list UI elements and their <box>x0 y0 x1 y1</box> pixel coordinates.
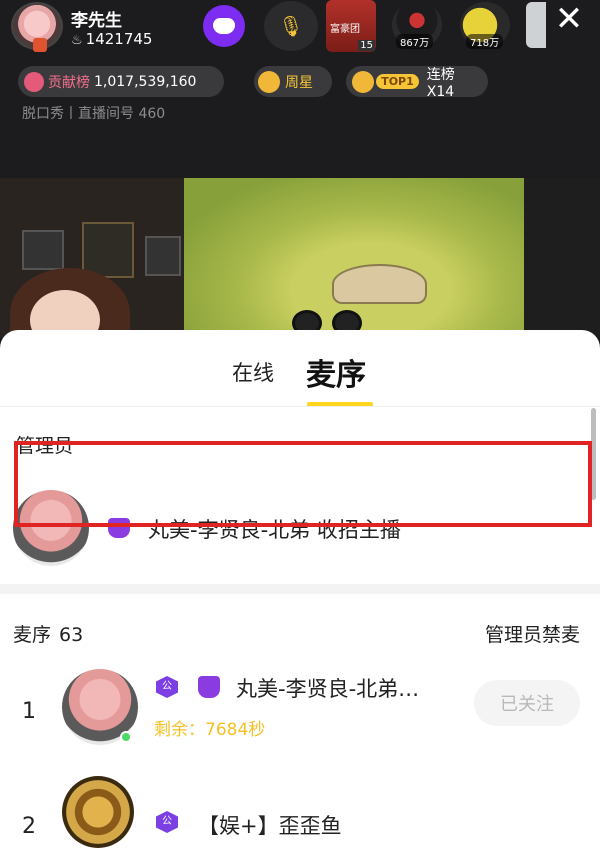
guild-badge-icon: 公 <box>156 676 178 698</box>
flame-icon: ♨ <box>71 33 83 48</box>
video-right-panel <box>524 178 600 338</box>
queue-user-name: 【娱+】歪歪鱼 <box>198 814 342 838</box>
queue-index: 2 <box>22 814 36 839</box>
queue-item[interactable]: 1 公 丸美-李贤良-北弟… 剩余：7684秒 已关注 <box>0 665 600 755</box>
mic-queue-button[interactable]: 🎙 <box>264 1 318 51</box>
crown-icon <box>352 70 375 93</box>
contribution-ranking-pill[interactable]: 贡献榜 1,017,539,160 <box>18 66 224 97</box>
host-avatar[interactable] <box>11 2 63 52</box>
live-video <box>0 178 600 338</box>
top-fan-count-2: 718万 <box>466 34 504 49</box>
admin-medal-icon <box>198 676 220 698</box>
top-rank-pill[interactable]: TOP1 连榜X14 <box>346 66 488 100</box>
queue-index: 1 <box>22 699 36 724</box>
queue-count: 63 <box>59 624 84 646</box>
microphone-icon: 🎙 <box>278 14 304 38</box>
tab-online[interactable]: 在线 <box>232 357 274 387</box>
queue-user-name: 丸美-李贤良-北弟… <box>236 677 420 701</box>
heart-icon <box>213 18 235 34</box>
online-status-dot <box>120 731 132 743</box>
host-name: 李先生 <box>71 11 122 31</box>
queue-title: 麦序 63 <box>13 624 84 646</box>
queue-avatar[interactable] <box>62 776 134 848</box>
heart-badge-icon <box>24 71 44 92</box>
host-fan-count: ♨ 1421745 <box>71 30 153 48</box>
follow-host-button[interactable] <box>203 5 245 47</box>
top-fan-count-1: 867万 <box>396 34 434 49</box>
live-room-header: 李先生 ♨ 1421745 🎙 富豪团 15 867万 718万 ✕ 贡献榜 1,… <box>0 0 600 178</box>
audience-sheet: 在线 麦序 管理员 丸美-李贤良-北弟 收招主播 麦序 63 管理员禁麦 1 公 … <box>0 330 600 867</box>
top-fan-avatar-3[interactable] <box>526 2 546 48</box>
rich-group-badge[interactable]: 富豪团 15 <box>326 0 376 52</box>
room-meta: 脱口秀丨直播间号 460 <box>22 106 166 122</box>
tab-mic-queue[interactable]: 麦序 <box>306 350 366 394</box>
sheet-tabs: 在线 麦序 <box>0 330 600 407</box>
remaining-time: 剩余：7684秒 <box>154 720 266 740</box>
close-icon[interactable]: ✕ <box>552 2 586 36</box>
video-left-panel <box>0 178 184 338</box>
queue-item[interactable]: 2 公 【娱+】歪歪鱼 <box>0 770 600 860</box>
highlight-box <box>14 441 592 527</box>
host-level-badge-icon <box>33 38 47 52</box>
guild-badge-icon: 公 <box>156 811 178 833</box>
week-star-pill[interactable]: 周星 <box>254 66 332 97</box>
video-main-panel <box>184 178 524 338</box>
followed-button[interactable]: 已关注 <box>474 680 580 726</box>
admin-ban-mic-button[interactable]: 管理员禁麦 <box>485 620 580 647</box>
star-icon <box>258 70 280 93</box>
